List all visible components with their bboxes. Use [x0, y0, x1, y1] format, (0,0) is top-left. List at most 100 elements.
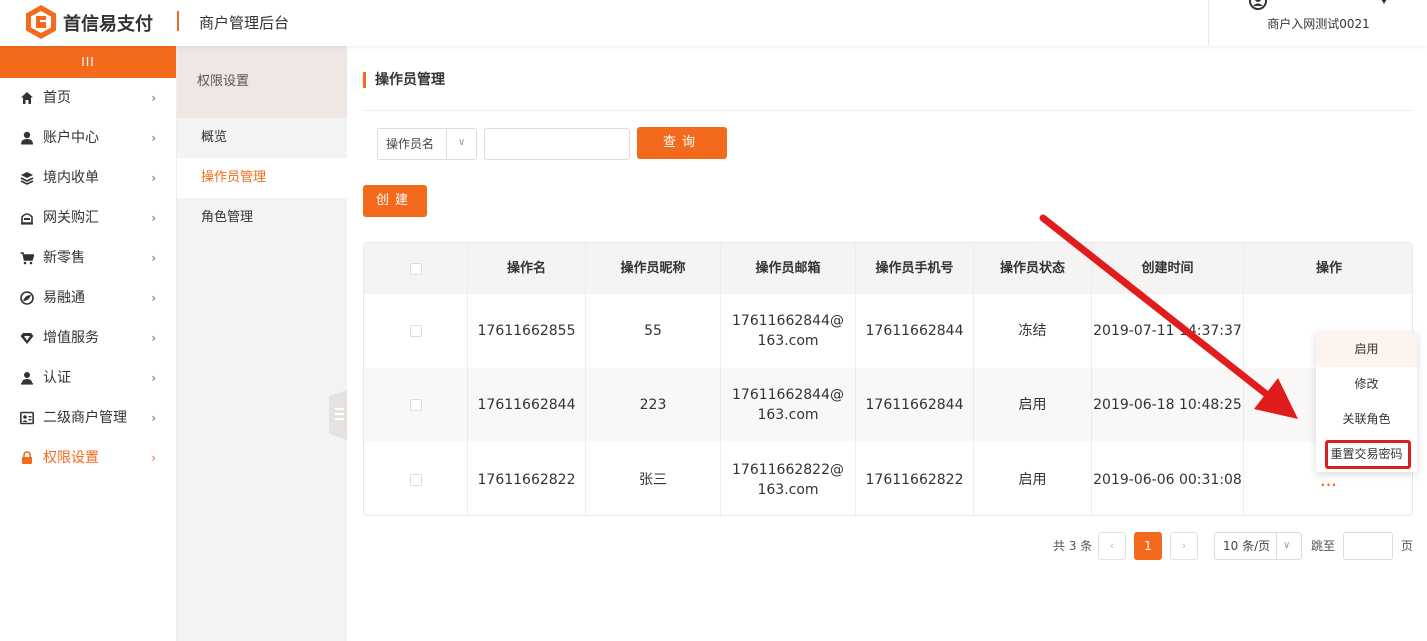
cell-created: 2019-06-18 10:48:25: [1092, 368, 1244, 442]
jump-label: 跳至: [1311, 539, 1336, 553]
menu-item-reset-trade-password[interactable]: 重置交易密码: [1316, 437, 1417, 472]
table-header-row: 操作名 操作员昵称 操作员邮箱 操作员手机号 操作员状态 创建时间 操作: [364, 243, 1412, 294]
brand-name: 首信易支付: [63, 14, 153, 35]
chevron-right-icon: ›: [151, 91, 156, 105]
user-icon: [21, 131, 33, 145]
cell-phone: 17611662822: [856, 442, 974, 515]
column-header: 操作员昵称: [586, 243, 721, 294]
id-card-icon: [20, 411, 34, 425]
cell-email: 17611662822@163.com: [732, 461, 844, 498]
sub-sidebar-title: 权限设置: [177, 46, 347, 118]
sidebar-item-label: 认证: [43, 370, 71, 386]
page-size-select[interactable]: 10 条/页 ∨: [1214, 532, 1302, 560]
chevron-right-icon: ›: [151, 291, 156, 305]
sidebar-item-sub-merchant[interactable]: 二级商户管理 ›: [0, 398, 176, 438]
page-size-value: 10 条/页: [1223, 539, 1271, 553]
row-checkbox[interactable]: [409, 473, 422, 486]
sub-item-role-management[interactable]: 角色管理: [177, 198, 347, 238]
cart-icon: [20, 252, 34, 265]
row-checkbox-cell: [364, 442, 468, 515]
menu-item-edit[interactable]: 修改: [1316, 367, 1417, 402]
sidebar-collapse-toggle[interactable]: III: [0, 46, 176, 78]
select-all-checkbox[interactable]: [409, 262, 422, 275]
header-checkbox-cell: [364, 243, 468, 294]
search-input[interactable]: [484, 128, 630, 160]
column-header: 操作员手机号: [856, 243, 974, 294]
search-field-select[interactable]: 操作员名 ∨: [377, 128, 477, 160]
pagination-total: 共 3 条: [1053, 539, 1093, 553]
sub-sidebar-collapse-handle[interactable]: [329, 390, 347, 440]
sidebar-item-new-retail[interactable]: 新零售 ›: [0, 238, 176, 278]
sidebar-item-value-added[interactable]: 增值服务 ›: [0, 318, 176, 358]
table-row: 17611662822 张三 17611662822@163.com 17611…: [364, 442, 1412, 515]
layers-icon: [20, 172, 34, 185]
cell-email: 17611662844@163.com: [732, 313, 844, 349]
chevron-down-icon: ∨: [458, 137, 466, 148]
cell-nickname: 张三: [586, 442, 721, 515]
column-header: 操作员状态: [974, 243, 1092, 294]
sidebar-item-home[interactable]: 首页 ›: [0, 78, 176, 118]
operator-table: 操作名 操作员昵称 操作员邮箱 操作员手机号 操作员状态 创建时间 操作 176…: [363, 242, 1413, 516]
sidebar-item-yirongtong[interactable]: 易融通 ›: [0, 278, 176, 318]
next-page-button[interactable]: ›: [1170, 532, 1198, 560]
cell-operator-name: 17611662844: [468, 368, 586, 442]
app-subtitle: 商户管理后台: [199, 14, 290, 32]
chevron-right-icon: ›: [151, 131, 156, 145]
row-checkbox-cell: [364, 294, 468, 368]
sub-item-operator-management[interactable]: 操作员管理: [177, 158, 347, 198]
more-actions-button[interactable]: ...: [1321, 472, 1338, 492]
user-avatar-icon: [1249, 0, 1267, 10]
bank-icon: [21, 213, 33, 225]
column-header: 创建时间: [1092, 243, 1244, 294]
cell-status: 启用: [974, 368, 1092, 442]
caret-down-icon[interactable]: [1377, 0, 1391, 6]
select-arrow[interactable]: ∨: [446, 129, 476, 159]
user-menu[interactable]: 商户入网测试0021: [1208, 0, 1427, 46]
top-header: 首信易支付 商户管理后台 商户入网测试0021: [0, 0, 1427, 46]
chevron-right-icon: ›: [151, 451, 156, 465]
sidebar-item-label: 网关购汇: [43, 210, 99, 226]
chevron-right-icon: ›: [151, 411, 156, 425]
title-divider: [363, 110, 1413, 111]
row-checkbox[interactable]: [409, 399, 422, 411]
brand-logo-icon: [26, 5, 56, 39]
column-header: 操作名: [468, 243, 586, 294]
sub-sidebar: 权限设置 概览 操作员管理 角色管理: [177, 46, 347, 641]
sidebar-item-gateway-exchange[interactable]: 网关购汇 ›: [0, 198, 176, 238]
cell-email-wrap: 17611662822@163.com: [721, 442, 856, 515]
sidebar-item-label: 新零售: [43, 250, 85, 266]
cell-operator-name: 17611662855: [468, 294, 586, 368]
row-checkbox[interactable]: [409, 325, 422, 337]
column-header: 操作: [1315, 260, 1342, 276]
menu-item-enable[interactable]: 启用: [1316, 332, 1417, 367]
create-button[interactable]: 创建: [363, 185, 427, 217]
row-actions-dropdown: 启用 修改 关联角色 重置交易密码: [1316, 332, 1417, 472]
sidebar-item-label: 权限设置: [43, 450, 99, 466]
chevron-down-icon: ∨: [1283, 540, 1291, 551]
column-header: 操作员邮箱: [721, 243, 856, 294]
jump-page-input[interactable]: [1343, 532, 1393, 560]
person-icon: [21, 372, 33, 385]
page-title: 操作员管理: [363, 72, 445, 88]
sidebar-item-account-center[interactable]: 账户中心 ›: [0, 118, 176, 158]
cell-email-wrap: 17611662844@163.com: [721, 294, 856, 368]
menu-item-assign-role[interactable]: 关联角色: [1316, 402, 1417, 437]
jump-suffix: 页: [1401, 539, 1414, 553]
page-number-current[interactable]: 1: [1134, 532, 1162, 560]
cell-email-wrap: 17611662844@163.com: [721, 368, 856, 442]
main-sidebar: III 首页 › 账户中心 › 境内收单 › 网关购汇 › 新零售 › 易融通 …: [0, 46, 177, 641]
sidebar-item-domestic-acquiring[interactable]: 境内收单 ›: [0, 158, 176, 198]
table-row: 17611662844 223 17611662844@163.com 1761…: [364, 368, 1412, 442]
search-field-value: 操作员名: [386, 137, 435, 151]
sidebar-item-certification[interactable]: 认证 ›: [0, 358, 176, 398]
cell-email: 17611662844@163.com: [732, 387, 844, 423]
chevron-right-icon: ›: [151, 211, 156, 225]
query-button[interactable]: 查询: [637, 127, 727, 159]
chevron-right-icon: ›: [151, 251, 156, 265]
prev-page-button[interactable]: ‹: [1098, 532, 1126, 560]
sidebar-item-permissions[interactable]: 权限设置 ›: [0, 438, 176, 478]
home-icon: [21, 92, 33, 104]
sidebar-item-label: 二级商户管理: [43, 410, 127, 426]
menu-lines-icon: [335, 408, 344, 420]
sub-item-overview[interactable]: 概览: [177, 118, 347, 158]
